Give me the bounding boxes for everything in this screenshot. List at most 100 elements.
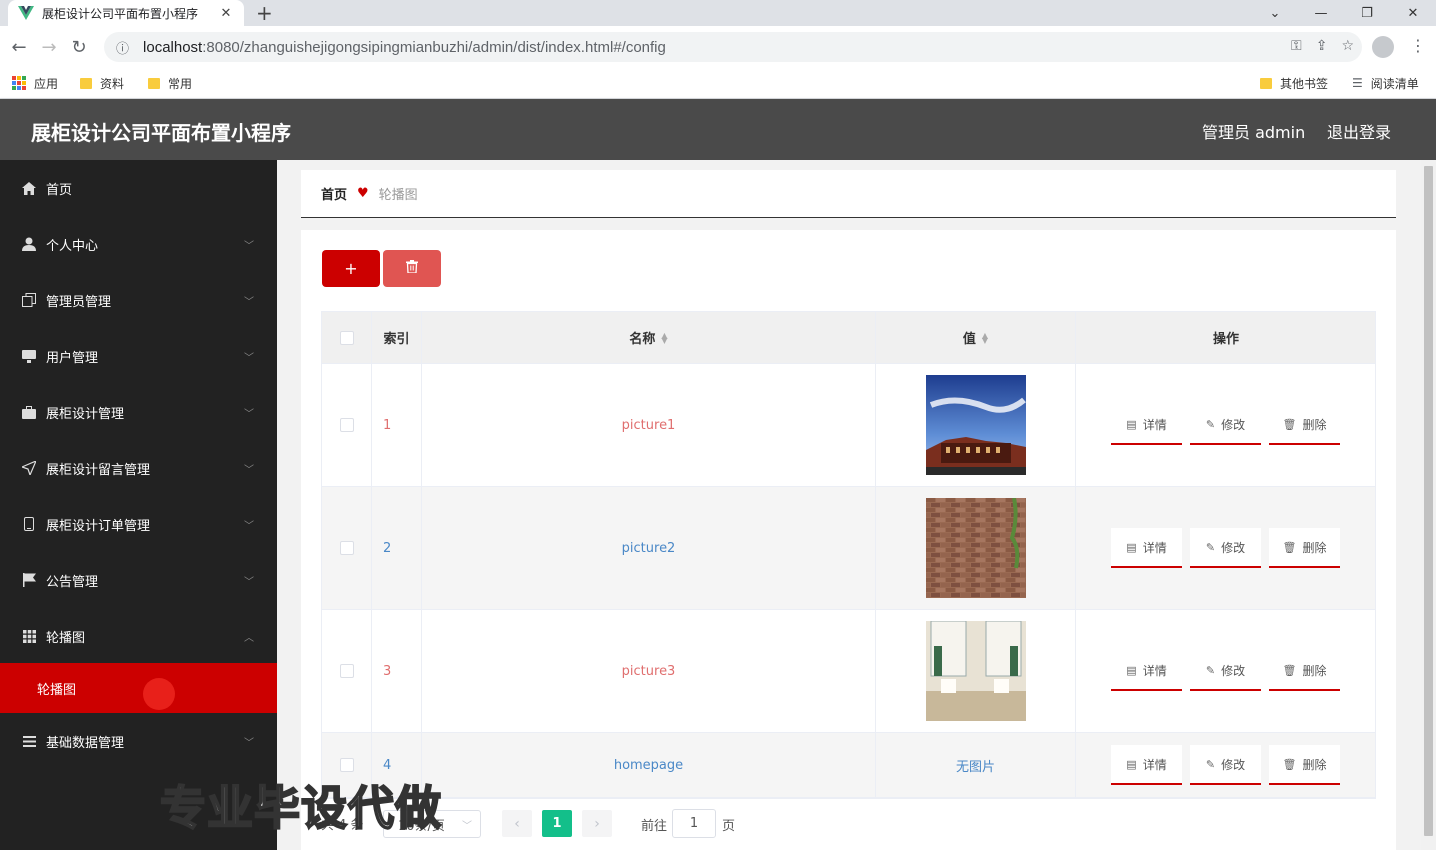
heart-icon: ♥ — [357, 186, 369, 201]
carousel-image-room[interactable] — [925, 621, 1026, 721]
sidebar-item-admin[interactable]: 管理员管理 ﹀ — [0, 272, 277, 328]
edit-button[interactable]: ✎ 修改 — [1190, 651, 1261, 691]
row-checkbox[interactable] — [339, 758, 354, 772]
sidebar-item-profile[interactable]: 个人中心 ﹀ — [0, 216, 277, 272]
document-icon: ▤ — [1126, 757, 1137, 771]
row-checkbox[interactable] — [339, 541, 354, 555]
breadcrumb-home[interactable]: 首页 — [321, 184, 347, 203]
sort-icon[interactable]: ▲ ▼ — [982, 331, 988, 344]
sidebar-item-orders[interactable]: 展柜设计订单管理 ﹀ — [0, 496, 277, 552]
restore-icon[interactable]: ❐ — [1344, 0, 1390, 26]
row-checkbox[interactable] — [339, 664, 354, 678]
col-value[interactable]: 值 ▲ ▼ — [876, 312, 1076, 363]
carousel-image-brick[interactable] — [925, 498, 1026, 598]
sidebar-item-messages[interactable]: 展柜设计留言管理 ﹀ — [0, 440, 277, 496]
delete-button[interactable]: 🗑 删除 — [1269, 528, 1340, 568]
detail-button[interactable]: ▤ 详情 — [1111, 745, 1182, 785]
reading-list[interactable]: ☰ 阅读清单 — [1352, 75, 1419, 92]
chevron-down-icon: ﹀ — [244, 737, 254, 749]
prev-page-button[interactable]: ‹ — [502, 810, 532, 837]
address-bar[interactable]: ⓘ localhost:8080/zhanguishejigongsipingm… — [104, 32, 1362, 62]
profile-avatar-icon[interactable] — [1372, 36, 1394, 58]
current-user: 管理员 admin — [1202, 123, 1306, 142]
add-button[interactable]: + — [322, 250, 380, 287]
tab-search-icon[interactable]: ⌄ — [1252, 0, 1298, 26]
row-value — [876, 487, 1076, 609]
row-name: picture1 — [422, 364, 876, 486]
apps-grid-icon — [12, 76, 26, 90]
sidebar-item-users[interactable]: 用户管理 ﹀ — [0, 328, 277, 384]
next-page-button[interactable]: › — [582, 810, 612, 837]
sidebar-item-basedata[interactable]: 基础数据管理 ﹀ — [0, 713, 277, 769]
edit-button[interactable]: ✎ 修改 — [1190, 405, 1261, 445]
batch-delete-button[interactable] — [383, 250, 441, 287]
menu-icon — [21, 733, 37, 749]
table-row: 2 picture2 ▤ 详情 ✎ 修改 🗑 删除 — [322, 487, 1375, 610]
row-actions: ▤ 详情 ✎ 修改 🗑 删除 — [1076, 364, 1376, 486]
briefcase-icon — [21, 404, 37, 420]
chevron-down-icon: ﹀ — [462, 820, 472, 832]
edit-button[interactable]: ✎ 修改 — [1190, 528, 1261, 568]
logout-link[interactable]: 退出登录 — [1327, 119, 1391, 143]
carousel-image-building[interactable] — [925, 375, 1026, 475]
sidebar-subitem-carousel[interactable]: 轮播图 — [0, 663, 277, 713]
scrollbar-thumb[interactable] — [1424, 166, 1433, 836]
chevron-left-icon: ‹ — [514, 815, 520, 832]
site-info-icon[interactable]: ⓘ — [116, 38, 129, 57]
browser-menu-icon[interactable]: ⋮ — [1410, 36, 1426, 55]
breadcrumb: 首页 ♥ 轮播图 — [301, 170, 1396, 218]
delete-button[interactable]: 🗑 删除 — [1269, 651, 1340, 691]
tab-title: 展柜设计公司平面布置小程序 — [42, 6, 199, 21]
sidebar-item-notices[interactable]: 公告管理 ﹀ — [0, 552, 277, 608]
bookmark-star-icon[interactable]: ☆ — [1341, 38, 1354, 54]
detail-button[interactable]: ▤ 详情 — [1111, 405, 1182, 445]
sidebar: 首页 个人中心 ﹀ 管理员管理 ﹀ 用户管理 ﹀ 展柜设计管理 ﹀ 展柜设计留言… — [0, 160, 277, 850]
edit-button[interactable]: ✎ 修改 — [1190, 745, 1261, 785]
bookmark-apps[interactable]: 应用 — [12, 75, 58, 92]
row-name: picture2 — [422, 487, 876, 609]
sidebar-item-carousel[interactable]: 轮播图 ︿ — [0, 608, 277, 664]
grid-icon — [21, 628, 37, 644]
browser-tab[interactable]: 展柜设计公司平面布置小程序 ✕ — [8, 0, 244, 26]
copy-icon — [21, 292, 37, 308]
reload-icon[interactable]: ↻ — [64, 37, 94, 58]
bookmark-folder-ziliao[interactable]: 资料 — [80, 75, 124, 92]
page-scrollbar[interactable] — [1421, 160, 1436, 850]
forward-icon[interactable]: → — [34, 37, 64, 58]
new-tab-button[interactable]: + — [256, 2, 273, 24]
home-icon — [21, 180, 37, 196]
chevron-right-icon: › — [594, 815, 600, 832]
col-name[interactable]: 名称 ▲ ▼ — [422, 312, 876, 363]
reading-list-icon: ☰ — [1352, 76, 1363, 90]
delete-button[interactable]: 🗑 删除 — [1269, 405, 1340, 445]
bookmark-folder-changyong[interactable]: 常用 — [148, 75, 192, 92]
app-title: 展柜设计公司平面布置小程序 — [31, 121, 291, 145]
delete-button[interactable]: 🗑 删除 — [1269, 745, 1340, 785]
col-actions: 操作 — [1212, 332, 1239, 347]
row-checkbox[interactable] — [339, 418, 354, 432]
close-window-icon[interactable]: ✕ — [1390, 0, 1436, 26]
trash-icon: 🗑 — [1282, 417, 1297, 431]
vue-logo-icon — [18, 5, 34, 21]
chevron-down-icon: ﹀ — [244, 296, 254, 308]
page-number-current[interactable]: 1 — [542, 810, 572, 837]
select-all-checkbox[interactable] — [339, 330, 354, 345]
sidebar-item-home[interactable]: 首页 — [0, 160, 277, 216]
sort-icon[interactable]: ▲ ▼ — [661, 331, 667, 344]
user-icon — [21, 236, 37, 252]
key-icon[interactable]: ⚿ — [1291, 38, 1302, 54]
cursor-highlight — [143, 678, 175, 710]
row-value — [876, 610, 1076, 732]
share-icon[interactable]: ⇪ — [1316, 38, 1328, 54]
detail-button[interactable]: ▤ 详情 — [1111, 651, 1182, 691]
goto-page-input[interactable]: 1 — [672, 809, 716, 838]
back-icon[interactable]: ← — [4, 37, 34, 58]
sidebar-item-design[interactable]: 展柜设计管理 ﹀ — [0, 384, 277, 440]
minimize-icon[interactable]: — — [1298, 0, 1344, 26]
close-tab-icon[interactable]: ✕ — [218, 6, 234, 21]
chevron-up-icon: ︿ — [244, 632, 254, 644]
row-index: 1 — [372, 364, 422, 486]
trash-icon: 🗑 — [1282, 663, 1297, 677]
bookmark-folder-other[interactable]: 其他书签 — [1260, 75, 1328, 92]
detail-button[interactable]: ▤ 详情 — [1111, 528, 1182, 568]
